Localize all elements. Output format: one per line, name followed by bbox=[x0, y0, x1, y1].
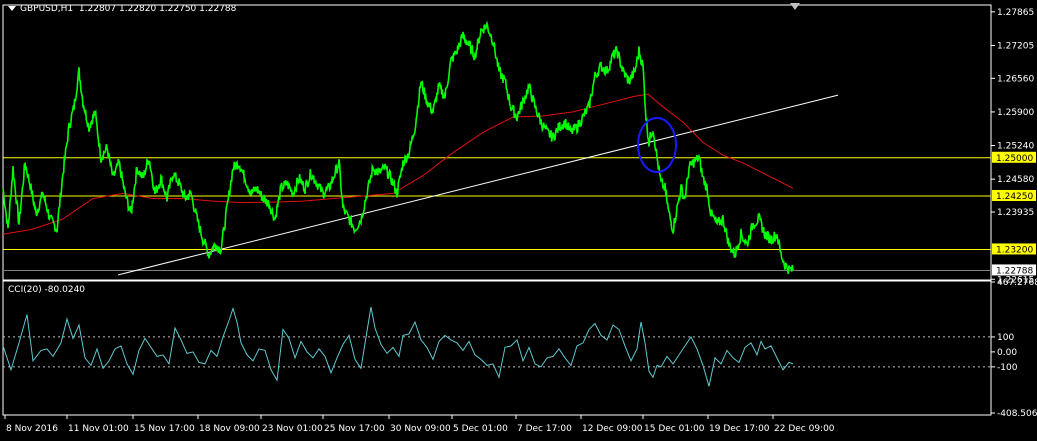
level-label: 1.23200 bbox=[996, 245, 1033, 255]
price-axis-label: 1.27865 bbox=[997, 8, 1034, 18]
price-axis-label: 1.27205 bbox=[997, 41, 1034, 51]
price-axis-label: 1.23935 bbox=[997, 208, 1034, 218]
ohlc-values: 1.22807 1.22820 1.22750 1.22788 bbox=[78, 4, 237, 14]
cci-axis-label: -408.5069 bbox=[997, 409, 1037, 419]
time-axis-label: 15 Dec 01:00 bbox=[644, 424, 705, 434]
price-axis-label: 1.24580 bbox=[997, 175, 1034, 185]
current-price-label: 1.22788 bbox=[996, 266, 1033, 276]
time-axis-label: 11 Nov 01:00 bbox=[68, 424, 129, 434]
symbol-label: GBPUSD,H1 bbox=[20, 4, 74, 14]
dropdown-arrow-icon[interactable] bbox=[8, 6, 16, 11]
price-line bbox=[2, 20, 794, 275]
time-axis-label: 15 Nov 17:00 bbox=[134, 424, 195, 434]
time-axis-label: 5 Dec 01:00 bbox=[453, 424, 508, 434]
time-axis-label: 18 Nov 09:00 bbox=[199, 424, 260, 434]
price-chart-svg[interactable]: 1.27865 1.27205 1.26560 1.25900 1.25240 1.245… bbox=[0, 0, 1037, 441]
time-axis-label: 25 Nov 17:00 bbox=[324, 424, 385, 434]
level-label: 1.25000 bbox=[996, 154, 1033, 164]
price-panel-frame bbox=[2, 4, 992, 281]
annotation-circle bbox=[637, 117, 677, 174]
chart-header: GBPUSD,H1 1.22807 1.22820 1.22750 1.2278… bbox=[8, 4, 236, 14]
time-axis-label: 12 Dec 09:00 bbox=[582, 424, 643, 434]
moving-average-line bbox=[2, 93, 794, 235]
cci-header: CCI(20) -80.0240 bbox=[8, 285, 86, 295]
cci-line bbox=[2, 306, 794, 387]
price-axis-label: 1.25240 bbox=[997, 142, 1034, 152]
cci-axis-label: 467.2768 bbox=[997, 278, 1037, 288]
time-axis-label: 23 Nov 01:00 bbox=[262, 424, 323, 434]
level-label: 1.24250 bbox=[996, 192, 1033, 202]
price-axis-label: 1.26560 bbox=[997, 74, 1034, 84]
chart-shift-marker-icon[interactable] bbox=[790, 3, 800, 10]
time-axis-label: 22 Dec 09:00 bbox=[774, 424, 835, 434]
time-axis-label: 19 Dec 17:00 bbox=[709, 424, 770, 434]
cci-axis-label: 0.00 bbox=[997, 348, 1017, 358]
price-axis-label: 1.25900 bbox=[997, 108, 1034, 118]
time-axis-label: 8 Nov 2016 bbox=[6, 424, 58, 434]
cci-axis-label: -100 bbox=[997, 363, 1018, 373]
cci-axis-label: 100 bbox=[997, 333, 1014, 343]
time-axis-label: 7 Dec 17:00 bbox=[517, 424, 572, 434]
time-axis-label: 30 Nov 09:00 bbox=[390, 424, 451, 434]
